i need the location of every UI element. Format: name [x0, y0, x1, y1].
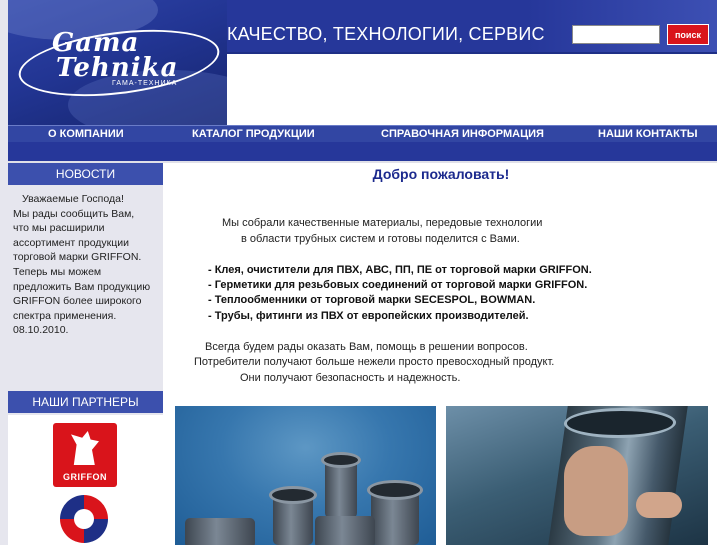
- news-line: GRIFFON более широкого: [13, 295, 142, 308]
- product-bullet: - Герметики для резьбовых соединений от …: [208, 279, 588, 291]
- main-nav: О КОМПАНИИ КАТАЛОГ ПРОДУКЦИИ СПРАВОЧНАЯ …: [8, 125, 717, 142]
- right-frame: [717, 0, 727, 545]
- sub-nav-bar: [8, 142, 717, 161]
- product-bullet: - Теплообменники от торговой марки SECES…: [208, 294, 536, 306]
- partners-list: GRIFFON: [8, 415, 163, 545]
- partners-heading: НАШИ ПАРТНЕРЫ: [8, 391, 163, 413]
- left-frame: [0, 0, 8, 545]
- search-input[interactable]: [572, 25, 660, 44]
- news-line: Теперь мы можем: [13, 265, 102, 278]
- news-line: Мы рады сообщить Вам,: [13, 207, 135, 220]
- news-heading: НОВОСТИ: [8, 163, 163, 185]
- nav-item-about[interactable]: О КОМПАНИИ: [48, 126, 124, 142]
- pvc-fittings-photo: [175, 406, 436, 545]
- news-line: предложить Вам продукцию: [13, 280, 151, 293]
- fitting-shape: [321, 452, 361, 468]
- news-line: ассортимент продукции: [13, 236, 130, 249]
- closing-line: Всегда будем рады оказать Вам, помощь в …: [205, 341, 528, 353]
- logo-subtitle: ГАМА-ТЕХНИКА: [112, 80, 178, 87]
- news-text: Уважаемые Господа! Мы рады сообщить Вам,…: [13, 192, 161, 338]
- nav-item-reference[interactable]: СПРАВОЧНАЯ ИНФОРМАЦИЯ: [381, 126, 544, 142]
- logo-wordmark: Gama Tehnika: [52, 30, 179, 83]
- intro-line: в области трубных систем и готовы подели…: [241, 233, 520, 245]
- product-bullet: - Трубы, фитинги из ПВХ от европейских п…: [208, 310, 529, 322]
- news-line: что мы расширили: [13, 222, 105, 235]
- search-button[interactable]: поиск: [667, 24, 709, 45]
- fitting-shape: [367, 480, 423, 500]
- news-line: Уважаемые Господа!: [22, 193, 124, 205]
- intro-line: Мы собрали качественные материалы, перед…: [222, 217, 543, 229]
- secespol-logo[interactable]: [56, 495, 114, 545]
- news-line: спектра применения.: [13, 309, 117, 322]
- pvc-pipe-photo: [446, 406, 708, 545]
- fitting-shape: [315, 516, 375, 545]
- news-date: 08.10.2010.: [13, 324, 69, 337]
- griffon-icon: [71, 431, 99, 465]
- banner-area: [227, 54, 717, 125]
- page-title: Добро пожаловать!: [372, 166, 510, 182]
- slogan: КАЧЕСТВО, ТЕХНОЛОГИИ, СЕРВИС: [227, 24, 545, 44]
- logo[interactable]: Gama Tehnika ГАМА-ТЕХНИКА: [8, 0, 227, 125]
- hand-shape: [636, 492, 682, 518]
- closing-line: Потребители получают больше нежели прост…: [194, 356, 555, 368]
- fitting-shape: [185, 518, 255, 545]
- nav-item-catalog[interactable]: КАТАЛОГ ПРОДУКЦИИ: [192, 126, 315, 142]
- secespol-icon-center: [74, 509, 94, 529]
- news-line: торговой марки GRIFFON.: [13, 251, 142, 264]
- closing-line: Они получают безопасность и надежность.: [240, 372, 461, 384]
- griffon-logo[interactable]: GRIFFON: [53, 423, 117, 487]
- sidebar: НОВОСТИ Уважаемые Господа! Мы рады сообщ…: [8, 163, 163, 545]
- logo-line-2: Tehnika: [56, 53, 179, 83]
- fitting-shape: [269, 486, 317, 504]
- product-bullet: - Клея, очистители для ПВХ, АВС, ПП, ПЕ …: [208, 264, 592, 276]
- hand-shape: [564, 446, 628, 536]
- griffon-logo-label: GRIFFON: [63, 472, 107, 482]
- nav-item-contacts[interactable]: НАШИ КОНТАКТЫ: [598, 126, 698, 142]
